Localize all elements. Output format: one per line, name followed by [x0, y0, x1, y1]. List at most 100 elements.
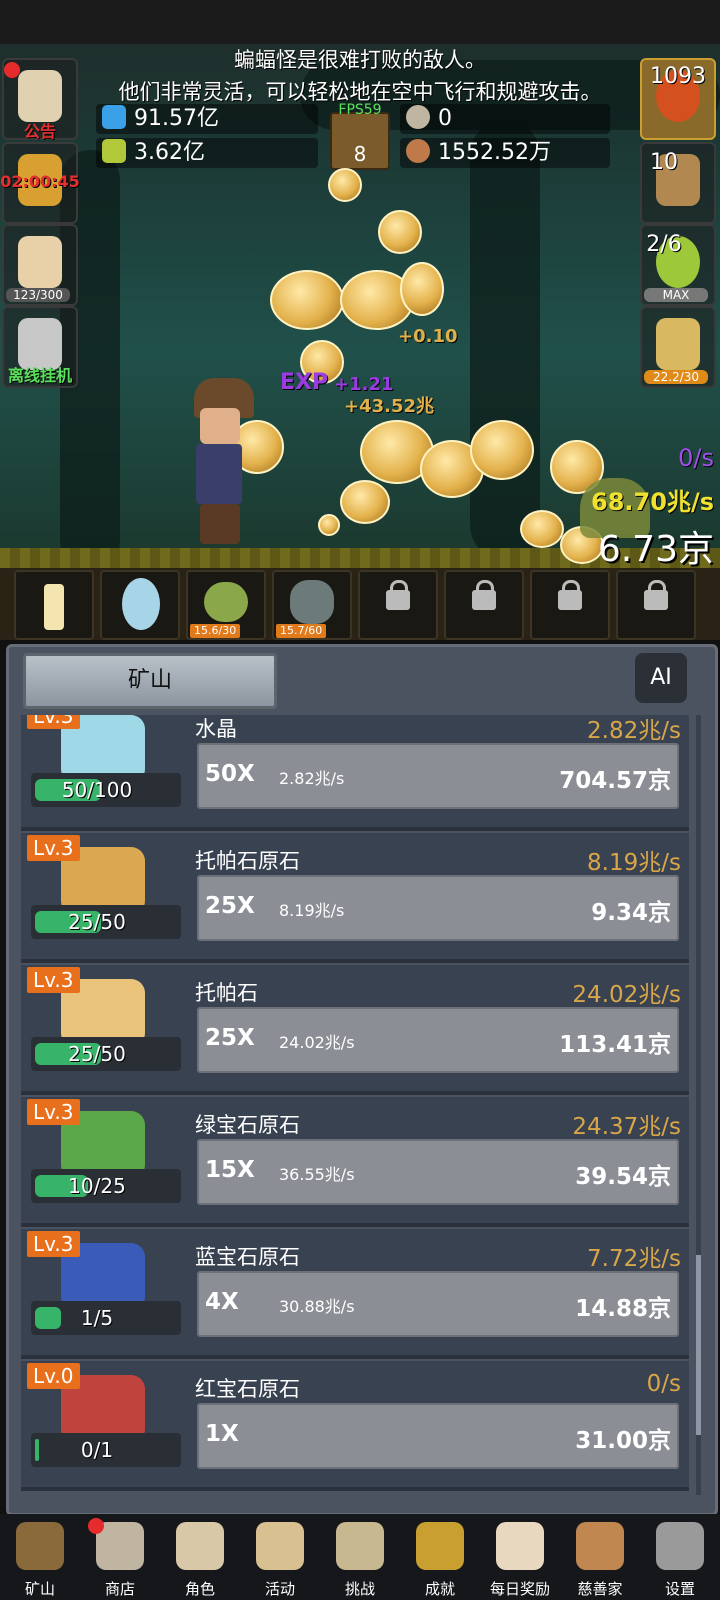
- nav-item-5[interactable]: 成就: [400, 1518, 480, 1600]
- gear-icon: [656, 1522, 704, 1570]
- upgrade-button[interactable]: 4X 30.88兆/s 14.88京: [197, 1271, 679, 1337]
- lock-icon: [644, 580, 668, 610]
- rate-zero: 0/s: [678, 444, 714, 472]
- stone-icon: [406, 105, 430, 129]
- envelope-icon: [496, 1522, 544, 1570]
- level-badge: Lv.3: [27, 835, 80, 861]
- mine-panel: 矿山 AI Lv.3 50/100 水晶 2.82兆/s 50X 2.82兆/s 704.5…: [6, 644, 718, 1516]
- gold-total: 6.73京: [597, 529, 714, 570]
- nav-item-3[interactable]: 活动: [240, 1518, 320, 1600]
- hero-character: [186, 378, 256, 548]
- nav-label: 挑战: [344, 1580, 375, 1598]
- ore-rate: 2.82兆/s: [587, 718, 681, 744]
- ore-progress-bar: 50/100: [31, 773, 181, 807]
- scrollbar-thumb[interactable]: [696, 1255, 701, 1435]
- gold-coin: [378, 210, 422, 254]
- candle-icon: [44, 584, 64, 630]
- drink-mug-icon: [18, 236, 62, 288]
- mine-row: Lv.0 0/1 红宝石原石 0/s 1X 31.00京: [21, 1361, 689, 1491]
- upgrade-rate: 8.19兆/s: [279, 901, 345, 920]
- upgrade-cost: 31.00京: [575, 1428, 671, 1454]
- bottom-nav: 矿山 商店 角色 活动 挑战 成就 每日奖励 慈善家 设置: [0, 1514, 720, 1600]
- ore-rate: 7.72兆/s: [587, 1246, 681, 1272]
- upgrade-cost: 113.41京: [559, 1032, 671, 1058]
- gold-coin: [400, 262, 444, 316]
- level-badge: Lv.0: [27, 1363, 80, 1389]
- nav-item-0[interactable]: 矿山: [0, 1518, 80, 1600]
- upgrade-button[interactable]: 15X 36.55兆/s 39.54京: [197, 1139, 679, 1205]
- gold-coin: [340, 480, 390, 524]
- slot-locked[interactable]: [358, 570, 438, 640]
- nav-item-2[interactable]: 角色: [160, 1518, 240, 1600]
- skull-icon: [176, 1522, 224, 1570]
- upgrade-multiplier: 4X: [205, 1289, 239, 1315]
- map-icon: [336, 1522, 384, 1570]
- nav-label: 成就: [424, 1580, 455, 1598]
- ore-progress-text: 50/100: [61, 778, 133, 802]
- nav-item-8[interactable]: 设置: [640, 1518, 720, 1600]
- ore-progress-bar: 25/50: [31, 1037, 181, 1071]
- scroll-icon: [18, 70, 62, 122]
- slime-button[interactable]: 2/6 MAX: [640, 224, 716, 306]
- book-icon[interactable]: FPS59 8: [330, 102, 390, 170]
- top-bar: [0, 0, 720, 44]
- slot-locked[interactable]: [444, 570, 524, 640]
- ore-progress-text: 10/25: [68, 1174, 126, 1198]
- ore-rate: 24.02兆/s: [572, 982, 681, 1008]
- scrollbar[interactable]: [696, 715, 701, 1495]
- slot-locked[interactable]: [530, 570, 610, 640]
- gold-coin: [270, 270, 344, 330]
- meat-icon: [406, 139, 430, 163]
- upgrade-button[interactable]: 50X 2.82兆/s 704.57京: [197, 743, 679, 809]
- ore-name: 蓝宝石原石: [195, 1245, 300, 1269]
- upgrade-multiplier: 25X: [205, 893, 255, 919]
- slime-max: MAX: [644, 288, 708, 302]
- nav-item-7[interactable]: 慈善家: [560, 1518, 640, 1600]
- slot-candle[interactable]: [14, 570, 94, 640]
- slime-icon: [204, 582, 248, 622]
- ore-progress-bar: 10/25: [31, 1169, 181, 1203]
- chest-button[interactable]: 10: [640, 142, 716, 224]
- notice-red-dot: [4, 62, 20, 78]
- upgrade-multiplier: 15X: [205, 1157, 255, 1183]
- drink-progress: 123/300: [6, 288, 70, 302]
- nav-item-1[interactable]: 商店: [80, 1518, 160, 1600]
- sword-button[interactable]: 22.2/30: [640, 306, 716, 388]
- potion-button[interactable]: 1093: [640, 58, 716, 140]
- level-badge: Lv.3: [27, 715, 80, 729]
- gem-blue-value: 91.57亿: [134, 106, 219, 131]
- slot-zombie[interactable]: 15.7/60: [272, 570, 352, 640]
- nav-item-6[interactable]: 每日奖励: [480, 1518, 560, 1600]
- torch-button[interactable]: 02:00:45: [0, 142, 80, 224]
- key-icon: [416, 1522, 464, 1570]
- upgrade-button[interactable]: 1X 31.00京: [197, 1403, 679, 1469]
- notice-button[interactable]: 公告: [2, 58, 78, 141]
- upgrade-button[interactable]: 25X 8.19兆/s 9.34京: [197, 875, 679, 941]
- meat-counter: 1552.52万: [400, 138, 610, 168]
- offline-button[interactable]: 离线挂机: [2, 306, 78, 388]
- slot-egg[interactable]: [100, 570, 180, 640]
- green-potion-icon: [102, 139, 126, 163]
- gold-coin: [318, 514, 340, 536]
- ore-name: 托帕石原石: [195, 849, 300, 873]
- sword-progress: 22.2/30: [644, 370, 708, 384]
- mine-list[interactable]: Lv.3 50/100 水晶 2.82兆/s 50X 2.82兆/s 704.57京 Lv.3…: [21, 715, 689, 1503]
- nav-label: 商店: [104, 1580, 135, 1598]
- nav-label: 活动: [264, 1580, 295, 1598]
- drink-button[interactable]: 123/300: [2, 224, 78, 306]
- ai-button[interactable]: AI: [635, 653, 687, 703]
- upgrade-multiplier: 1X: [205, 1421, 239, 1447]
- mine-row: Lv.3 1/5 蓝宝石原石 7.72兆/s 4X 30.88兆/s 14.88京: [21, 1229, 689, 1359]
- upgrade-rate: 2.82兆/s: [279, 769, 345, 788]
- torch-timer: 02:00:45: [0, 172, 80, 191]
- nav-label: 设置: [664, 1580, 695, 1598]
- upgrade-button[interactable]: 25X 24.02兆/s 113.41京: [197, 1007, 679, 1073]
- nav-item-4[interactable]: 挑战: [320, 1518, 400, 1600]
- slot-locked[interactable]: [616, 570, 696, 640]
- slot-green-slime[interactable]: 15.6/30: [186, 570, 266, 640]
- tab-mine[interactable]: 矿山: [23, 653, 277, 709]
- meat-value: 1552.52万: [438, 140, 551, 165]
- ore-name: 托帕石: [195, 981, 258, 1005]
- upgrade-cost: 39.54京: [575, 1164, 671, 1190]
- book-count: 8: [353, 142, 367, 166]
